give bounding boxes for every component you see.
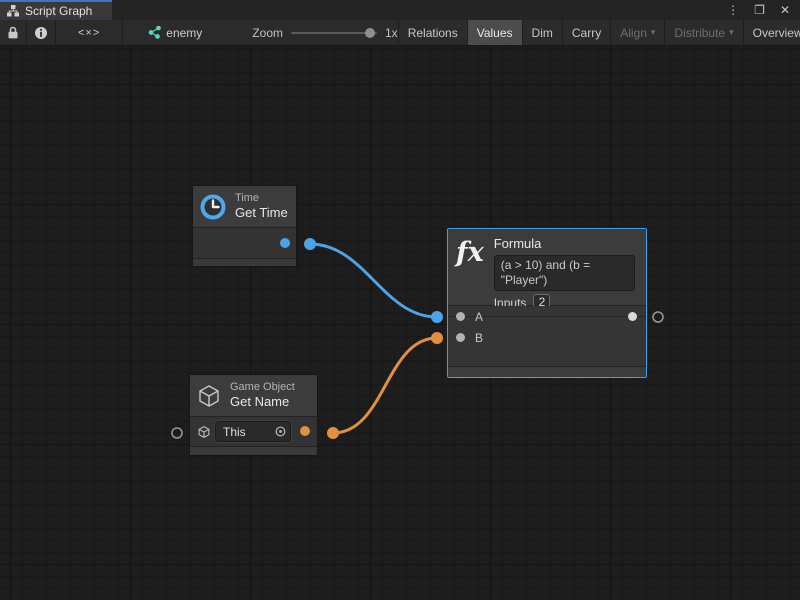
- node-formula[interactable]: fx Formula (a > 10) and (b = "Player") I…: [447, 228, 647, 378]
- unit-title: Get Time: [235, 205, 288, 221]
- formula-footer: [448, 366, 646, 377]
- get-name-header: Game Object Get Name: [190, 375, 317, 417]
- graph-canvas[interactable]: Time Get Time fx Formula (a > 10) and (b…: [0, 46, 800, 600]
- graph-ref-icon: [147, 26, 161, 39]
- distribute-button[interactable]: Distribute ▾: [664, 20, 742, 45]
- unit-title: Get Name: [230, 394, 295, 410]
- zoom-slider[interactable]: [291, 32, 377, 34]
- game-object-icon: [196, 383, 222, 409]
- getname-input-unconnected-port[interactable]: [172, 428, 182, 438]
- connection-getname-to-formula[interactable]: [333, 338, 437, 433]
- get-time-header: Time Get Time: [193, 186, 296, 228]
- formula-output-port[interactable]: [628, 312, 637, 321]
- toolbar-buttons: Relations Values Dim Carry Align ▾ Distr…: [398, 20, 800, 45]
- graph-name-label: enemy: [166, 26, 202, 40]
- formula-input-port-a[interactable]: [456, 312, 465, 321]
- window-menu-icon[interactable]: ⋮: [727, 4, 739, 16]
- connection-orange-source-dot[interactable]: [327, 427, 339, 439]
- info-icon: [34, 26, 48, 40]
- port-label-a: A: [475, 310, 483, 324]
- zoom-value: 1x: [385, 26, 398, 40]
- game-object-mini-icon: [197, 425, 211, 439]
- graph-toolbar: <×> enemy Zoom 1x Relations: [0, 20, 800, 46]
- get-time-output-port[interactable]: [280, 238, 290, 248]
- lock-button[interactable]: [0, 20, 27, 45]
- zoom-control: Zoom 1x: [252, 20, 397, 45]
- values-button[interactable]: Values: [467, 20, 522, 45]
- script-graph-window: Script Graph ⋮ ❐ ✕ <×>: [0, 0, 800, 600]
- zoom-slider-handle[interactable]: [365, 28, 375, 38]
- connection-blue-target-dot[interactable]: [431, 311, 443, 323]
- align-button[interactable]: Align ▾: [610, 20, 664, 45]
- formula-header: fx Formula (a > 10) and (b = "Player") I…: [448, 229, 646, 306]
- carry-button[interactable]: Carry: [562, 20, 610, 45]
- tab-title: Script Graph: [25, 4, 92, 18]
- chevron-down-icon: ▾: [651, 28, 656, 37]
- connections-layer: [0, 46, 800, 600]
- get-name-output-port[interactable]: [300, 426, 310, 436]
- target-object-field[interactable]: This: [215, 421, 291, 442]
- get-time-footer: [193, 258, 296, 266]
- graph-icon: [7, 5, 19, 17]
- chevron-down-icon: ▾: [729, 28, 734, 37]
- dim-button[interactable]: Dim: [522, 20, 562, 45]
- relations-button[interactable]: Relations: [398, 20, 467, 45]
- port-row-b: B: [448, 327, 646, 348]
- formula-input-port-b[interactable]: [456, 333, 465, 342]
- window-controls: ⋮ ❐ ✕: [727, 0, 800, 20]
- formula-expression-input[interactable]: (a > 10) and (b = "Player"): [494, 255, 635, 291]
- lock-icon: [7, 26, 19, 39]
- node-get-time[interactable]: Time Get Time: [192, 185, 297, 267]
- graph-reference[interactable]: enemy: [137, 20, 212, 45]
- formula-ports: A B: [448, 306, 646, 366]
- get-name-footer: [190, 446, 317, 455]
- node-get-name[interactable]: Game Object Get Name This: [189, 374, 318, 456]
- target-object-value: This: [223, 425, 246, 439]
- object-picker-icon[interactable]: [275, 426, 286, 437]
- overview-button[interactable]: Overview: [743, 20, 800, 45]
- maximize-icon[interactable]: ❐: [754, 4, 765, 16]
- connection-orange-target-dot[interactable]: [431, 332, 443, 344]
- port-label-b: B: [475, 331, 483, 345]
- unit-category: Game Object: [230, 381, 295, 394]
- connection-time-to-formula[interactable]: [310, 244, 437, 317]
- tab-script-graph[interactable]: Script Graph: [0, 0, 112, 20]
- zoom-label: Zoom: [252, 26, 283, 40]
- unit-category: Time: [235, 192, 288, 205]
- get-name-ports: This: [190, 417, 317, 446]
- unit-title: Formula: [494, 236, 638, 252]
- formula-output-unconnected-port[interactable]: [653, 312, 663, 322]
- formula-fx-icon: fx: [456, 238, 484, 268]
- get-time-ports: [193, 228, 296, 258]
- port-row-a: A: [448, 306, 646, 327]
- connection-blue-source-dot[interactable]: [304, 238, 316, 250]
- close-icon[interactable]: ✕: [780, 4, 790, 16]
- info-button[interactable]: [27, 20, 56, 45]
- view-source-button[interactable]: <×>: [56, 20, 123, 45]
- clock-icon: [199, 193, 227, 221]
- title-bar: Script Graph ⋮ ❐ ✕: [0, 0, 800, 20]
